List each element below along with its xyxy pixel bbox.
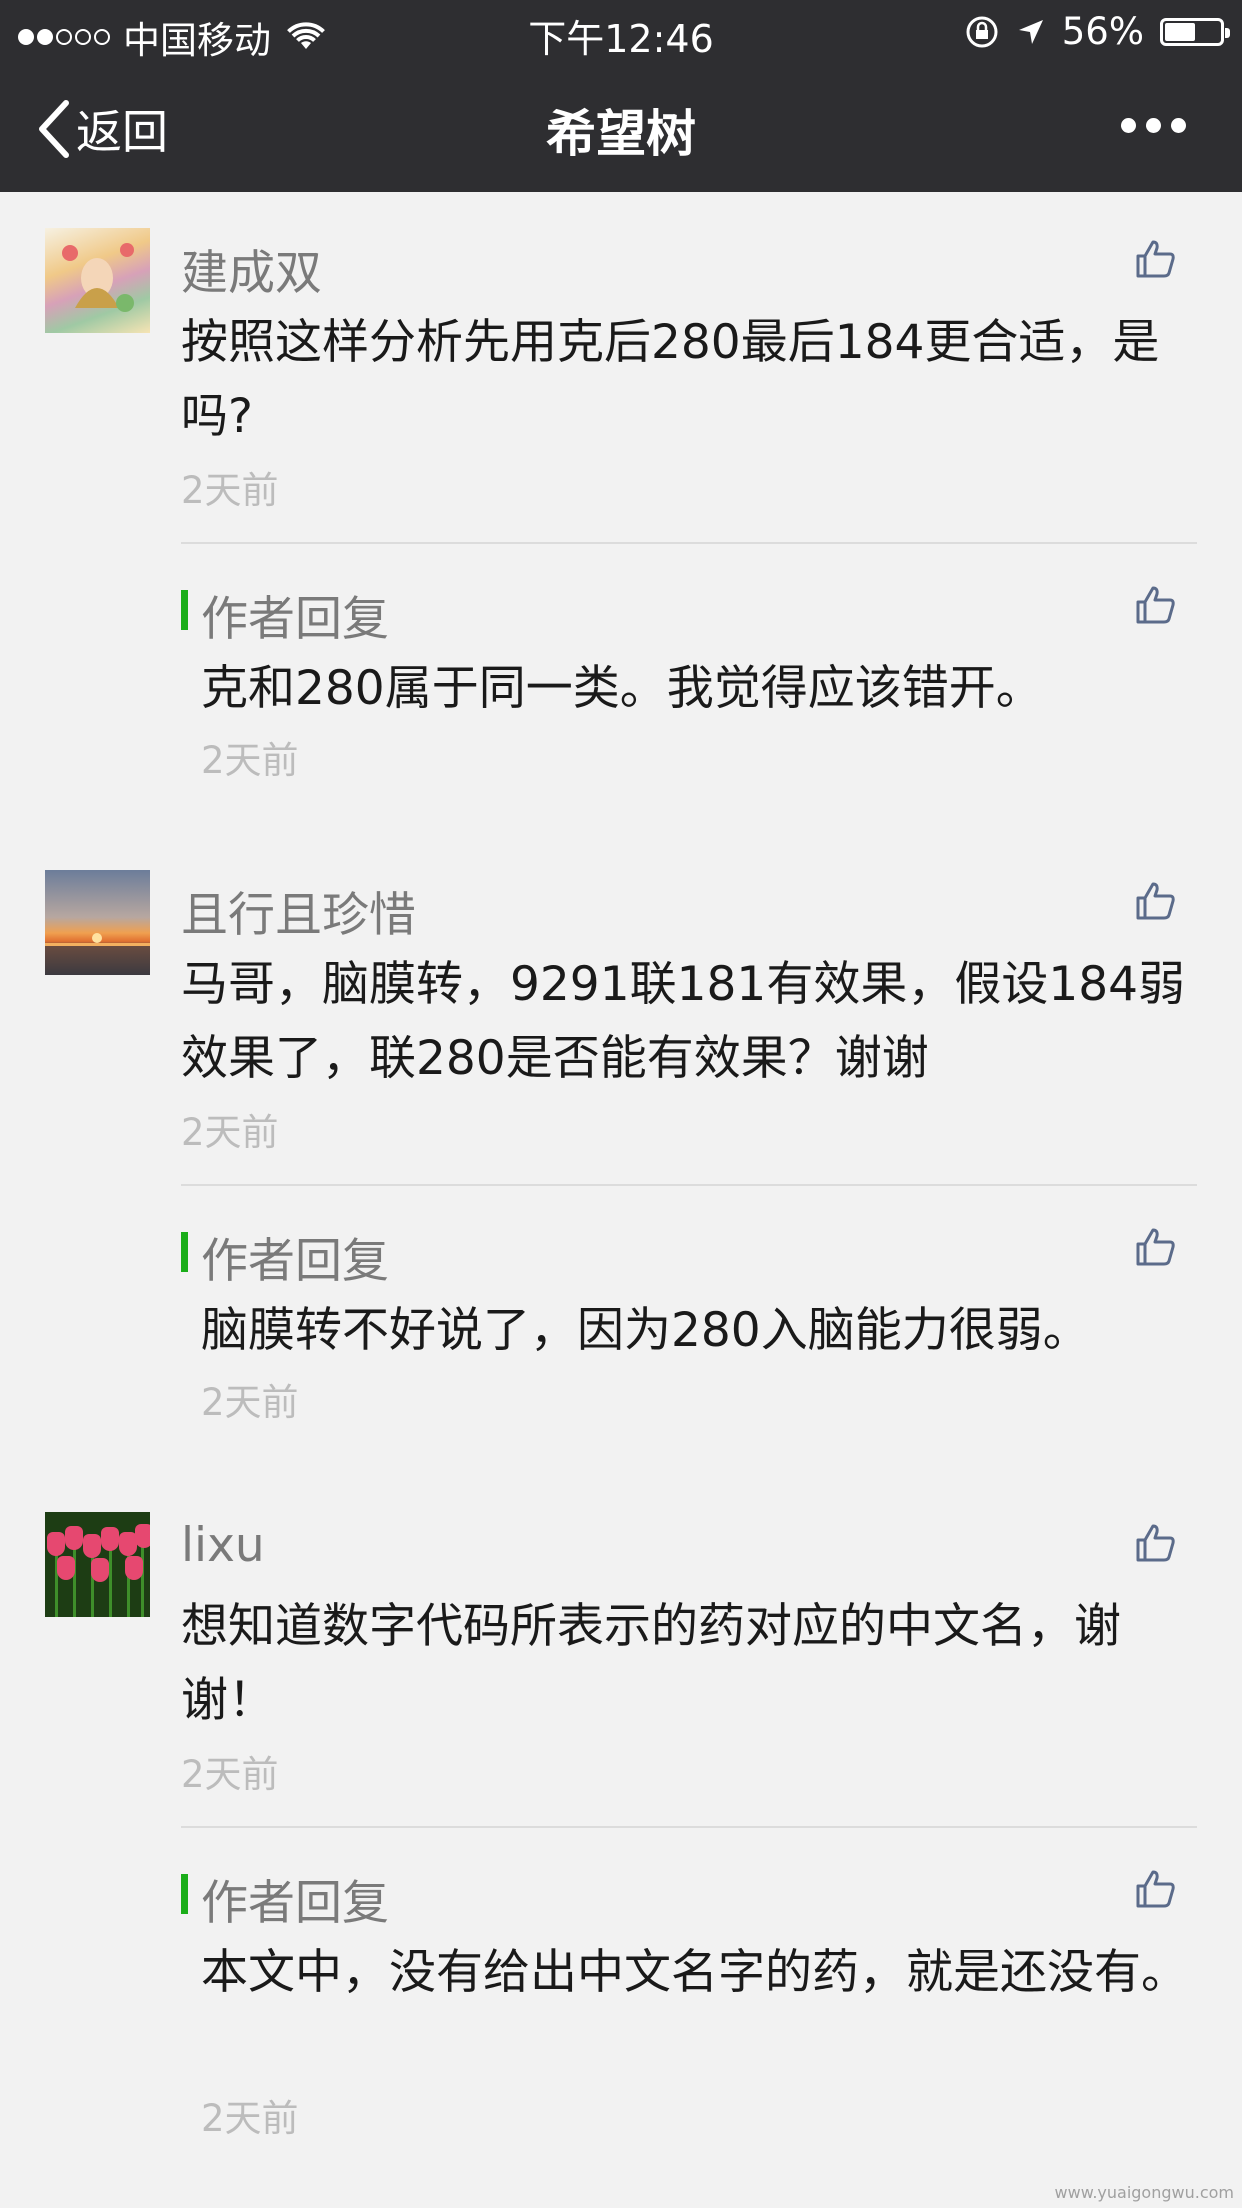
reply-text: 克和280属于同一类。我觉得应该错开。 — [201, 661, 1043, 716]
battery-level — [1165, 22, 1196, 41]
comment-username[interactable]: 且行且珍惜 — [181, 876, 416, 945]
avatar[interactable] — [45, 1512, 150, 1617]
comment-text: 按照这样分析先用克后280最后184更合适，是吗? — [181, 315, 1160, 444]
thumbs-up-icon[interactable] — [1135, 1522, 1177, 1564]
reply-time: 2天前 — [201, 2097, 299, 2140]
thumbs-up-icon[interactable] — [1135, 1226, 1177, 1268]
author-reply-label: 作者回复 — [201, 592, 389, 647]
battery-percent: 56% — [1061, 10, 1144, 53]
reply-indicator — [181, 590, 188, 630]
thumbs-up-icon[interactable] — [1135, 584, 1177, 626]
divider — [181, 542, 1197, 544]
author-reply-label: 作者回复 — [201, 1234, 389, 1289]
reply-time: 2天前 — [201, 1381, 299, 1424]
navigation-bar: 返回 希望树 — [0, 64, 1242, 192]
comment-username[interactable]: 建成双 — [181, 234, 322, 303]
status-right: 56% — [948, 10, 1230, 53]
comment-text: 想知道数字代码所表示的药对应的中文名，谢谢！ — [181, 1599, 1121, 1728]
battery-icon — [1160, 17, 1230, 46]
comment-time: 2天前 — [181, 469, 279, 512]
author-reply-label: 作者回复 — [201, 1876, 389, 1931]
watermark: www.yuaigongwu.com — [1054, 2183, 1234, 2202]
avatar[interactable] — [45, 870, 150, 975]
comment-text: 马哥，脑膜转，9291联181有效果，假设184弱效果了，联280是否能有效果？… — [181, 957, 1186, 1086]
reply-text: 本文中，没有给出中文名字的药，就是还没有。 — [201, 1945, 1188, 2000]
rotation-lock-icon — [966, 16, 998, 47]
comment-time: 2天前 — [181, 1753, 279, 1796]
avatar[interactable] — [45, 228, 150, 333]
thumbs-up-icon[interactable] — [1135, 238, 1177, 280]
divider — [181, 1184, 1197, 1186]
page-title: 希望树 — [546, 105, 696, 163]
thumbs-up-icon[interactable] — [1135, 880, 1177, 922]
more-dots-icon[interactable] — [1111, 118, 1186, 133]
comment-username[interactable]: lixu — [181, 1518, 265, 1573]
reply-time: 2天前 — [201, 739, 299, 782]
reply-text: 脑膜转不好说了，因为280入脑能力很弱。 — [201, 1303, 1090, 1358]
divider — [181, 1826, 1197, 1828]
comment-time: 2天前 — [181, 1111, 279, 1154]
reply-indicator — [181, 1874, 188, 1914]
status-bar: 中国移动 下午12:46 56% — [0, 0, 1242, 64]
reply-indicator — [181, 1232, 188, 1272]
thumbs-up-icon[interactable] — [1135, 1868, 1177, 1910]
location-arrow-icon — [1018, 19, 1043, 44]
